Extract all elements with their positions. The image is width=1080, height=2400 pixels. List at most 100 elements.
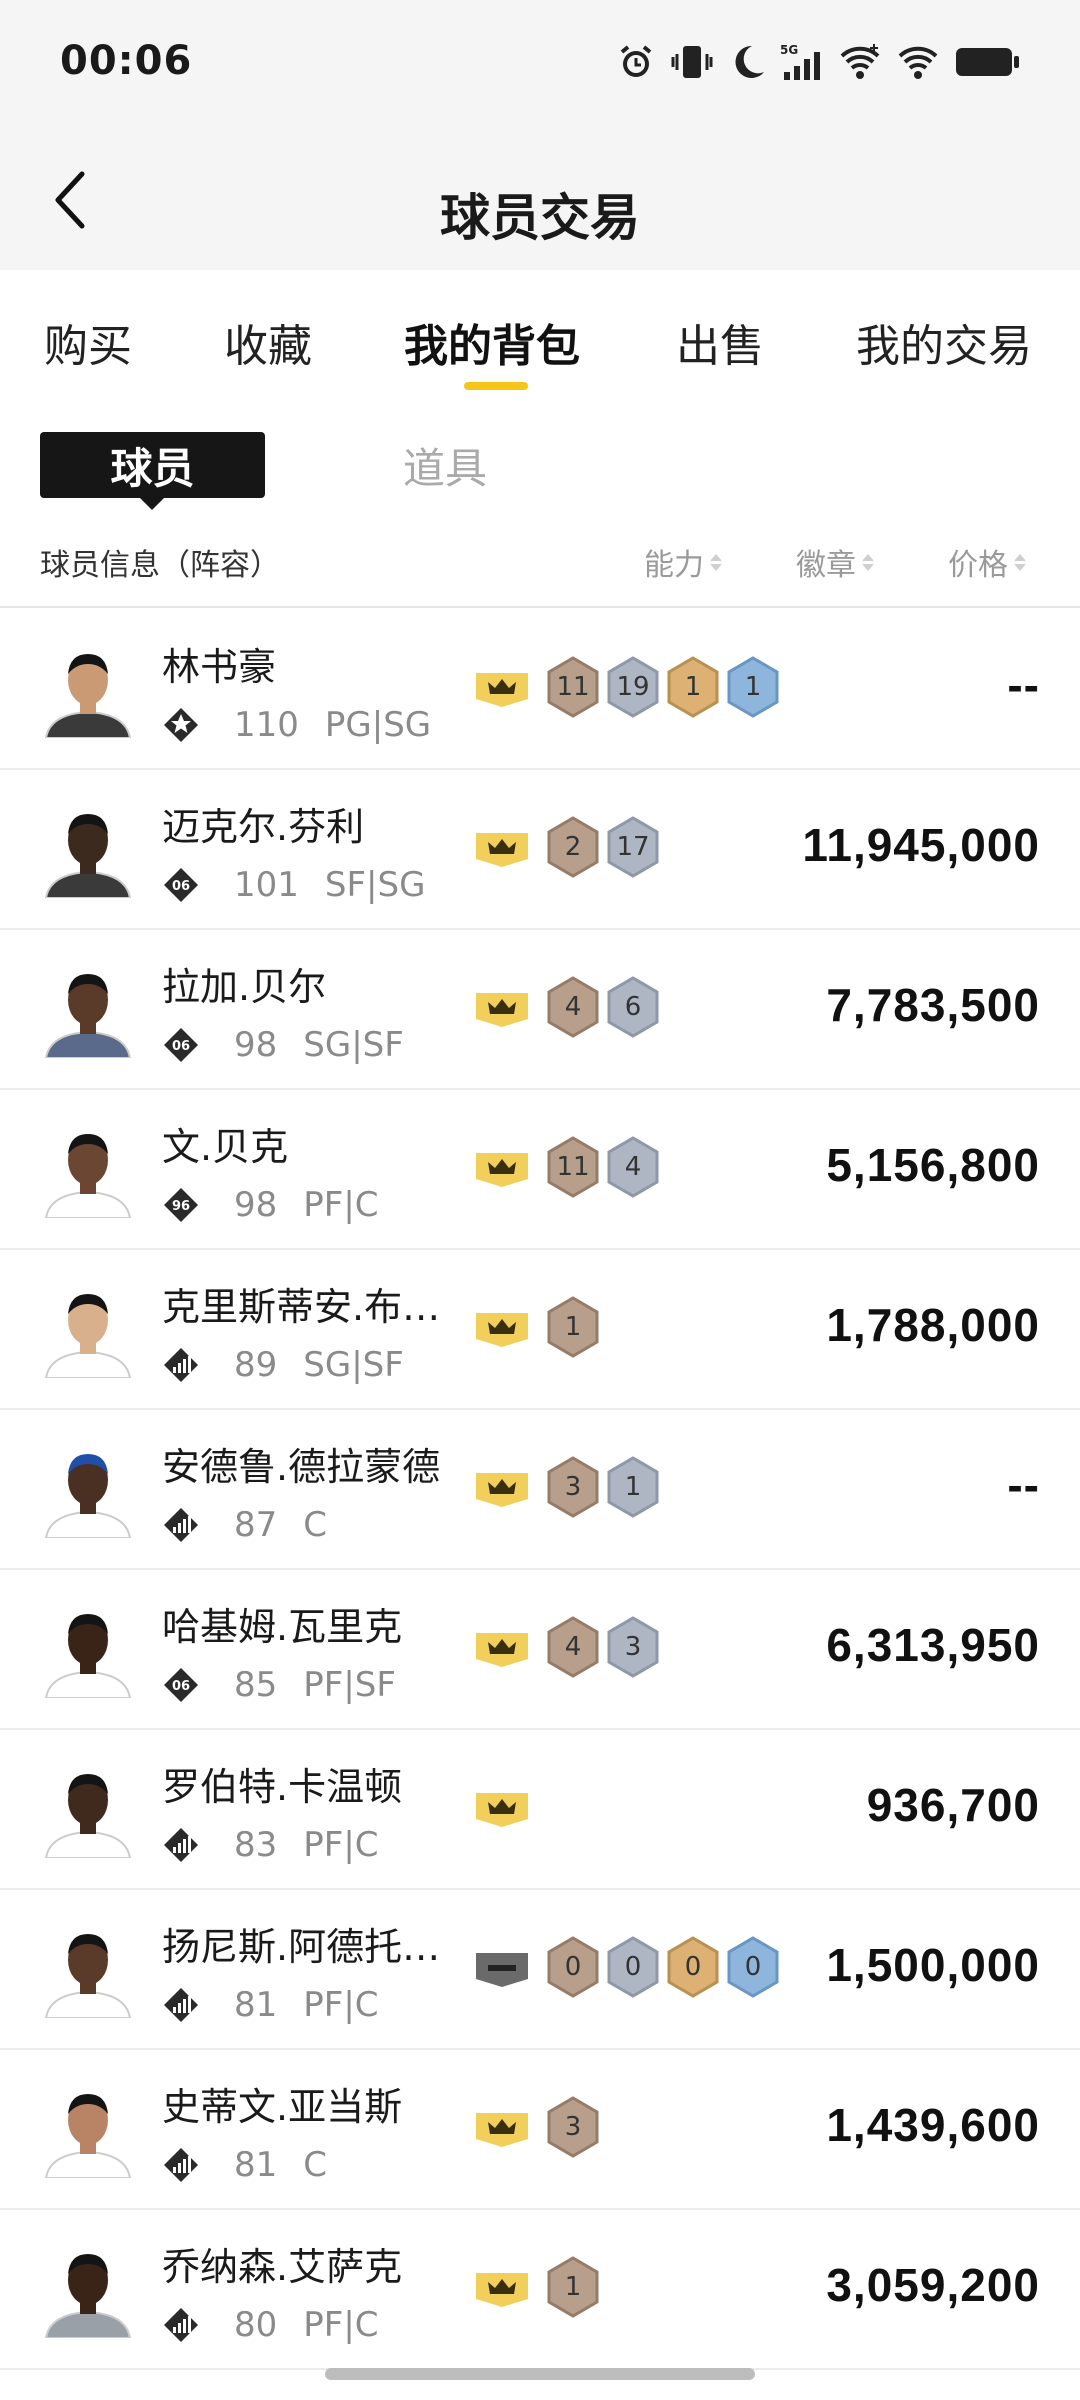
player-price: 936,700 — [866, 1779, 1040, 1831]
tab-active-indicator — [464, 382, 528, 390]
wifi-icon-2 — [898, 46, 938, 79]
badge-count: 11 — [556, 672, 590, 702]
sort-ability[interactable]: 能力 — [644, 540, 722, 584]
player-rating: 89 — [234, 1345, 278, 1385]
player-meta: 06 85 PF|SF — [162, 1662, 396, 1708]
player-price: -- — [1007, 1459, 1040, 1511]
signal-tier-icon — [162, 2146, 200, 2184]
sort-badge[interactable]: 徽章 — [796, 540, 874, 584]
tab-my-backpack[interactable]: 我的背包 — [404, 310, 580, 374]
badge-count: 0 — [744, 1952, 762, 1982]
signal-tier-icon — [162, 1506, 200, 1544]
ability-badges: 11 19 1 1 — [474, 652, 780, 722]
bronze-badge-hex: 4 — [546, 976, 600, 1038]
season-06-icon: 06 — [162, 1666, 200, 1704]
svg-text:06: 06 — [172, 1679, 190, 1694]
player-position: PG|SG — [324, 705, 432, 745]
crown-icon — [476, 1793, 528, 1827]
badge-count: 3 — [624, 1632, 642, 1662]
battery-icon — [956, 48, 1019, 76]
ability-badges: 11 4 — [474, 1132, 660, 1202]
status-icons: 5G — [616, 40, 1020, 84]
tab-buy[interactable]: 购买 — [44, 310, 132, 374]
player-row[interactable]: 罗伯特.卡温顿 83 PF|C 936,700 — [0, 1730, 1080, 1890]
crown-icon — [476, 833, 528, 867]
bronze-badge-hex: 4 — [546, 1616, 600, 1678]
player-position: SF|SG — [324, 865, 426, 905]
player-row[interactable]: 克里斯蒂安.布… 89 SG|SF 1 1,788,000 — [0, 1250, 1080, 1410]
silver-badge-hex: 17 — [606, 816, 660, 878]
svg-text:06: 06 — [172, 1039, 190, 1054]
tab-my-trades[interactable]: 我的交易 — [856, 310, 1032, 374]
svg-text:06: 06 — [172, 879, 190, 894]
player-row[interactable]: 林书豪 110 PG|SG 11 19 1 1 -- — [0, 610, 1080, 770]
player-position: PF|C — [303, 2305, 379, 2345]
bronze-badge-hex: 3 — [546, 1456, 600, 1518]
player-rating: 80 — [234, 2305, 278, 2345]
signal-tier-icon — [162, 2306, 200, 2344]
ability-badges: 0 0 0 0 — [474, 1932, 780, 2002]
silver-badge-hex: 19 — [606, 656, 660, 718]
gold-badge-hex: 1 — [666, 656, 720, 718]
player-row[interactable]: 哈基姆.瓦里克 06 85 PF|SF 4 3 6,313,950 — [0, 1570, 1080, 1730]
crown-icon — [476, 1153, 528, 1187]
badge-count: 2 — [564, 832, 582, 862]
player-meta: 06 101 SF|SG — [162, 862, 425, 908]
player-row[interactable]: 迈克尔.芬利 06 101 SF|SG 2 17 11,945,000 — [0, 770, 1080, 930]
tab-sell[interactable]: 出售 — [676, 310, 764, 374]
player-meta: 81 PF|C — [162, 1982, 379, 2028]
player-row[interactable]: 乔纳森.艾萨克 80 PF|C 1 3,059,200 — [0, 2210, 1080, 2370]
crown-icon — [476, 673, 528, 707]
bronze-badge-hex: 11 — [546, 1136, 600, 1198]
wifi-icon — [840, 44, 880, 79]
ability-badges: 3 — [474, 2092, 600, 2162]
sort-arrows-icon — [1014, 553, 1026, 571]
player-row[interactable]: 安德鲁.德拉蒙德 87 C 3 1 -- — [0, 1410, 1080, 1570]
player-row[interactable]: 文.贝克 96 98 PF|C 11 4 5,156,800 — [0, 1090, 1080, 1250]
bronze-badge-hex: 11 — [546, 656, 600, 718]
crown-icon — [476, 1473, 528, 1507]
season-06-icon: 06 — [162, 1026, 200, 1064]
player-row[interactable]: 史蒂文.亚当斯 81 C 3 1,439,600 — [0, 2050, 1080, 2210]
badge-count: 0 — [624, 1952, 642, 1982]
player-name: 拉加.贝尔 — [162, 965, 327, 1009]
badge-count: 19 — [616, 672, 650, 702]
badge-count: 17 — [616, 832, 650, 862]
silver-badge-hex: 1 — [606, 1456, 660, 1518]
badge-count: 1 — [564, 2272, 582, 2302]
badge-count: 4 — [564, 1632, 582, 1662]
season-06-icon: 06 — [162, 866, 200, 904]
segment-items[interactable]: 道具 — [370, 432, 520, 498]
sort-price-label: 价格 — [948, 548, 1008, 583]
player-meta: 110 PG|SG — [162, 702, 431, 748]
list-column-header: 球员信息（阵容） 能力 徽章 价格 — [0, 528, 1080, 608]
player-price: 1,439,600 — [826, 2099, 1040, 2151]
sort-arrows-icon — [862, 553, 874, 571]
sort-price[interactable]: 价格 — [948, 540, 1026, 584]
ability-badges: 1 — [474, 1292, 600, 1362]
player-row[interactable]: 拉加.贝尔 06 98 SG|SF 4 6 7,783,500 — [0, 930, 1080, 1090]
bronze-badge-hex: 2 — [546, 816, 600, 878]
badge-count: 1 — [564, 1312, 582, 1342]
badge-count: 3 — [564, 2112, 582, 2142]
player-name: 克里斯蒂安.布… — [162, 1285, 441, 1329]
signal-tier-icon — [162, 1826, 200, 1864]
column-player-info: 球员信息（阵容） — [40, 548, 280, 583]
player-meta: 06 98 SG|SF — [162, 1022, 404, 1068]
svg-text:5G: 5G — [780, 43, 798, 57]
player-rating: 110 — [234, 705, 299, 745]
alarm-icon — [620, 45, 652, 77]
silver-badge-hex: 4 — [606, 1136, 660, 1198]
bronze-badge-hex: 0 — [546, 1936, 600, 1998]
badge-count: 11 — [556, 1152, 590, 1182]
player-name: 林书豪 — [162, 645, 277, 689]
segment-players[interactable]: 球员 — [40, 432, 265, 510]
bronze-badge-hex: 1 — [546, 2256, 600, 2318]
player-row[interactable]: 扬尼斯.阿德托… 81 PF|C 0 0 0 0 1,500,000 — [0, 1890, 1080, 2050]
badge-count: 1 — [744, 672, 762, 702]
player-position: PF|SF — [303, 1665, 396, 1705]
player-price: 5,156,800 — [826, 1139, 1040, 1191]
player-name: 史蒂文.亚当斯 — [162, 2085, 403, 2129]
tab-favorites[interactable]: 收藏 — [224, 310, 312, 374]
blue-badge-hex: 0 — [726, 1936, 780, 1998]
